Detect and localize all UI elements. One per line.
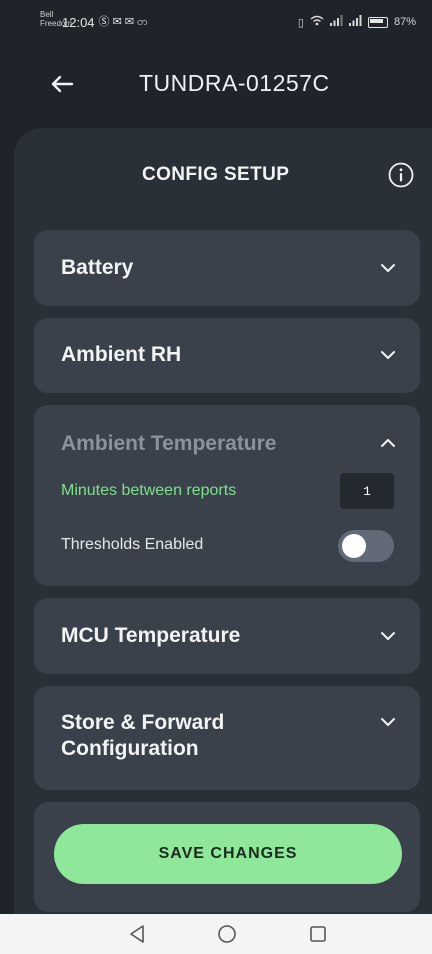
signal-icon: [329, 15, 343, 29]
section-mcu-temperature-header[interactable]: MCU Temperature: [34, 598, 420, 674]
battery-percent: 87%: [393, 16, 416, 28]
page-title: CONFIG SETUP: [142, 164, 290, 185]
nav-back-button[interactable]: [122, 920, 152, 948]
section-store-forward: Store & Forward Configuration: [34, 686, 420, 790]
signal-icon-2: [348, 15, 362, 29]
notification-icons: Ⓢ ✉ ✉ တ: [98, 16, 148, 28]
status-bar: Bell Freedom 12:04 Ⓢ ✉ ✉ တ ▯ 87%: [0, 0, 432, 44]
nav-recents-button[interactable]: [303, 920, 333, 948]
minutes-between-reports-label: Minutes between reports: [61, 482, 237, 499]
triangle-back-icon: [130, 925, 144, 943]
battery-icon: [367, 16, 388, 28]
wifi-icon: [310, 15, 324, 29]
chevron-down-icon: [381, 264, 395, 272]
arrow-left-icon: [51, 75, 74, 93]
section-title: MCU Temperature: [61, 624, 241, 647]
carrier-label: Bell Freedom: [40, 10, 73, 28]
section-battery: Battery: [34, 230, 420, 306]
vibrate-icon: ▯: [297, 16, 304, 29]
app-bar: TUNDRA-01257C: [0, 58, 432, 110]
thresholds-enabled-toggle[interactable]: [338, 530, 394, 562]
minutes-between-reports-input[interactable]: [340, 473, 394, 509]
nav-home-button[interactable]: [212, 920, 242, 948]
section-store-forward-header[interactable]: Store & Forward Configuration: [34, 686, 420, 790]
panel-header: CONFIG SETUP: [14, 128, 432, 218]
toggle-knob: [342, 534, 366, 558]
device-title: TUNDRA-01257C: [139, 70, 330, 96]
section-ambient-rh-header[interactable]: Ambient RH: [34, 318, 420, 394]
system-nav-bar: [0, 914, 432, 954]
chevron-down-icon: [381, 718, 395, 726]
chevron-down-icon: [381, 351, 395, 359]
section-title: Battery: [61, 256, 134, 279]
section-ambient-temperature-header[interactable]: Ambient Temperature: [34, 405, 420, 465]
section-mcu-temperature: MCU Temperature: [34, 598, 420, 674]
info-button[interactable]: [388, 162, 414, 188]
section-ambient-temperature: Ambient Temperature Minutes between repo…: [34, 405, 420, 586]
thresholds-enabled-label: Thresholds Enabled: [61, 536, 204, 553]
save-changes-button[interactable]: SAVE CHANGES: [54, 824, 402, 884]
square-recents-icon: [310, 926, 326, 942]
circle-home-icon: [218, 925, 236, 943]
chevron-down-icon: [381, 632, 395, 640]
config-panel: CONFIG SETUP Battery Ambient RH Ambient …: [14, 128, 432, 928]
system-status-icons: ▯ 87%: [298, 15, 416, 29]
section-battery-header[interactable]: Battery: [34, 230, 420, 306]
info-icon: [388, 162, 414, 188]
section-ambient-rh: Ambient RH: [34, 318, 420, 393]
section-title: Ambient RH: [61, 343, 182, 366]
section-title: Store & Forward Configuration: [61, 711, 225, 760]
section-title: Ambient Temperature: [61, 432, 277, 455]
chevron-up-icon: [381, 439, 395, 447]
back-button[interactable]: [42, 64, 82, 104]
